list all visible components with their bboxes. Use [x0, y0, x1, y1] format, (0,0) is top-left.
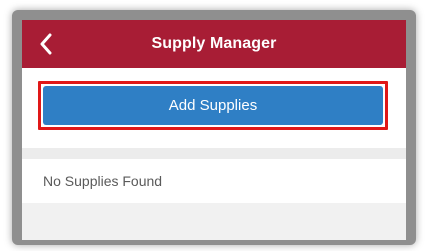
empty-list-area	[22, 203, 406, 240]
page-title: Supply Manager	[151, 35, 277, 52]
empty-state-row: No Supplies Found	[22, 159, 406, 203]
add-supplies-button[interactable]: Add Supplies	[43, 86, 383, 125]
app-screen: Supply Manager Add Supplies No Supplies …	[22, 20, 406, 240]
empty-state-message: No Supplies Found	[43, 173, 163, 189]
navigation-bar: Supply Manager	[22, 20, 406, 68]
section-divider	[22, 148, 406, 159]
back-button[interactable]	[30, 26, 62, 62]
actions-section: Add Supplies	[22, 68, 406, 148]
screenshot-canvas: Supply Manager Add Supplies No Supplies …	[0, 0, 428, 251]
chevron-left-icon	[40, 33, 52, 55]
